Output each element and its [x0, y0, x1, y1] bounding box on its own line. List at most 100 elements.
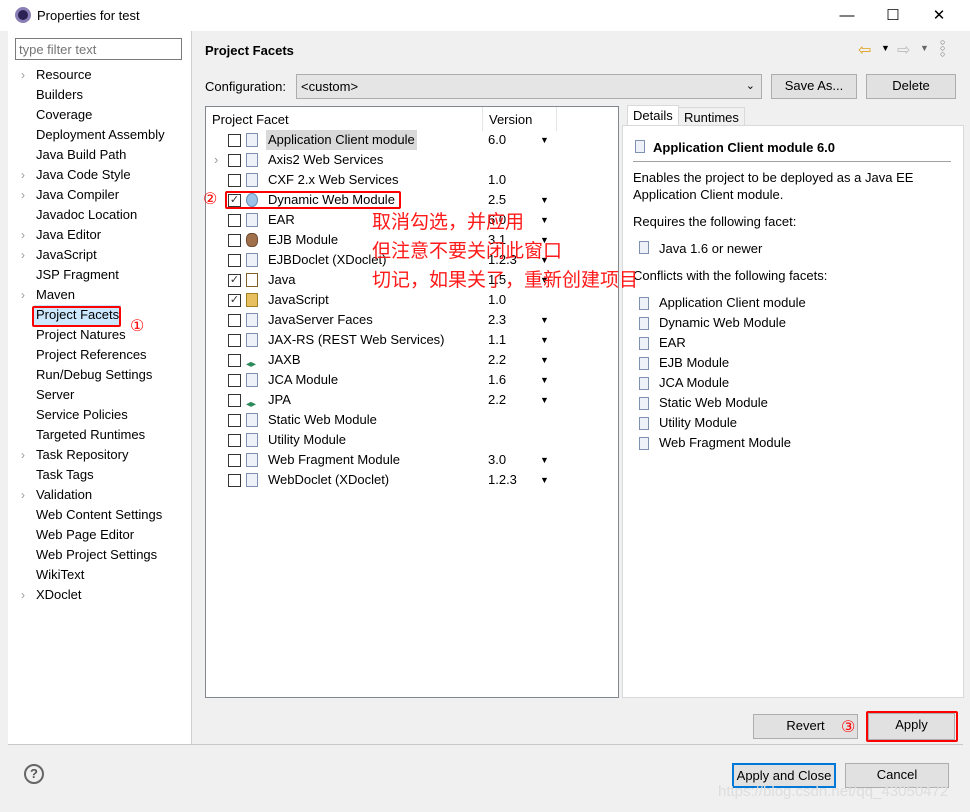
sidebar-item[interactable]: Web Project Settings [36, 545, 157, 565]
version-dropdown-icon[interactable]: ▼ [540, 310, 549, 330]
tab-details[interactable]: Details [627, 105, 679, 126]
sidebar-item[interactable]: Web Content Settings [36, 505, 162, 525]
version-dropdown-icon[interactable]: ▼ [540, 350, 549, 370]
back-icon[interactable]: ⇦ [858, 40, 871, 60]
minimize-button[interactable]: — [824, 0, 870, 31]
facet-version[interactable]: 6.0 [488, 130, 506, 150]
sidebar-item[interactable]: › Maven [21, 285, 75, 305]
delete-button[interactable]: Delete [866, 74, 956, 99]
expand-icon[interactable]: › [21, 585, 25, 605]
sidebar-item[interactable]: Java Build Path [36, 145, 126, 165]
view-menu-icon[interactable]: ○ ○ ○ [940, 38, 945, 59]
sidebar-item[interactable]: Project Natures [36, 325, 126, 345]
facet-version[interactable]: 1.6 [488, 370, 506, 390]
sidebar-item[interactable]: Builders [36, 85, 83, 105]
facet-checkbox[interactable] [228, 334, 241, 347]
facet-version[interactable]: 2.3 [488, 310, 506, 330]
facet-name[interactable]: Web Fragment Module [266, 450, 402, 470]
facet-name[interactable]: JAXB [266, 350, 303, 370]
configuration-select[interactable]: <custom> ⌄ [296, 74, 762, 99]
facet-version[interactable]: 3.0 [488, 450, 506, 470]
version-dropdown-icon[interactable]: ▼ [540, 450, 549, 470]
sidebar-item[interactable]: › JavaScript [21, 245, 97, 265]
sidebar-item[interactable]: › Resource [21, 65, 92, 85]
version-dropdown-icon[interactable]: ▼ [540, 370, 549, 390]
sidebar-item[interactable]: Web Page Editor [36, 525, 134, 545]
facet-checkbox[interactable] [228, 394, 241, 407]
sidebar-item[interactable]: Targeted Runtimes [36, 425, 145, 445]
facet-version[interactable]: 1.0 [488, 170, 506, 190]
sidebar-item[interactable]: › Java Code Style [21, 165, 131, 185]
facet-checkbox[interactable] [228, 414, 241, 427]
facet-checkbox[interactable] [228, 474, 241, 487]
expand-icon[interactable]: › [21, 225, 25, 245]
facet-name[interactable]: JAX-RS (REST Web Services) [266, 330, 447, 350]
facet-version[interactable]: 2.2 [488, 390, 506, 410]
facet-checkbox[interactable] [228, 434, 241, 447]
facet-name[interactable]: JavaScript [266, 290, 331, 310]
filter-input[interactable] [15, 38, 182, 60]
facet-checkbox[interactable] [228, 254, 241, 267]
facet-name[interactable]: EAR [266, 210, 297, 230]
version-dropdown-icon[interactable]: ▼ [540, 130, 549, 150]
facet-name[interactable]: EJB Module [266, 230, 340, 250]
sidebar-item[interactable]: Coverage [36, 105, 92, 125]
back-menu-icon[interactable]: ▼ [881, 43, 890, 53]
sidebar-item[interactable]: › Java Editor [21, 225, 101, 245]
facet-version[interactable]: 1.2.3 [488, 470, 517, 490]
facet-checkbox[interactable] [228, 234, 241, 247]
expand-icon[interactable]: › [21, 185, 25, 205]
sidebar-item[interactable]: › Validation [21, 485, 92, 505]
version-dropdown-icon[interactable]: ▼ [540, 330, 549, 350]
facet-name[interactable]: Application Client module [266, 130, 417, 150]
expand-icon[interactable]: › [214, 150, 218, 170]
forward-menu-icon[interactable]: ▼ [920, 43, 929, 53]
version-dropdown-icon[interactable]: ▼ [540, 190, 549, 210]
sidebar-item[interactable]: Task Tags [36, 465, 94, 485]
facet-name[interactable]: Utility Module [266, 430, 348, 450]
sidebar-item[interactable]: › Task Repository [21, 445, 128, 465]
sidebar-item[interactable]: Server [36, 385, 74, 405]
facet-name[interactable]: Static Web Module [266, 410, 379, 430]
expand-icon[interactable]: › [21, 285, 25, 305]
facet-checkbox[interactable] [228, 354, 241, 367]
facet-name[interactable]: JCA Module [266, 370, 340, 390]
facet-checkbox[interactable] [228, 314, 241, 327]
expand-icon[interactable]: › [21, 165, 25, 185]
column-header-facet[interactable]: Project Facet [212, 110, 289, 130]
facet-checkbox[interactable] [228, 214, 241, 227]
sidebar-item[interactable]: Deployment Assembly [36, 125, 165, 145]
facet-name[interactable]: WebDoclet (XDoclet) [266, 470, 391, 490]
facet-checkbox[interactable] [228, 174, 241, 187]
facet-name[interactable]: CXF 2.x Web Services [266, 170, 401, 190]
version-dropdown-icon[interactable]: ▼ [540, 390, 549, 410]
sidebar-item[interactable]: Run/Debug Settings [36, 365, 152, 385]
save-as-button[interactable]: Save As... [771, 74, 857, 99]
facet-checkbox[interactable] [228, 134, 241, 147]
facet-name[interactable]: JavaServer Faces [266, 310, 375, 330]
facet-version[interactable]: 1.1 [488, 330, 506, 350]
facet-name[interactable]: JPA [266, 390, 293, 410]
version-dropdown-icon[interactable]: ▼ [540, 470, 549, 490]
expand-icon[interactable]: › [21, 65, 25, 85]
expand-icon[interactable]: › [21, 485, 25, 505]
facet-name[interactable]: Axis2 Web Services [266, 150, 385, 170]
expand-icon[interactable]: › [21, 245, 25, 265]
facet-checkbox[interactable]: ✓ [228, 294, 241, 307]
sidebar-item[interactable]: Service Policies [36, 405, 128, 425]
facet-version[interactable]: 2.5 [488, 190, 506, 210]
sidebar-item[interactable]: JSP Fragment [36, 265, 119, 285]
close-button[interactable]: ✕ [916, 0, 962, 31]
maximize-button[interactable]: ☐ [870, 0, 916, 31]
facet-checkbox[interactable] [228, 374, 241, 387]
facet-checkbox[interactable] [228, 154, 241, 167]
facet-name[interactable]: EJBDoclet (XDoclet) [266, 250, 388, 270]
sidebar-item[interactable]: › XDoclet [21, 585, 82, 605]
column-header-version[interactable]: Version [489, 110, 532, 130]
facet-name[interactable]: Java [266, 270, 297, 290]
facet-version[interactable]: 2.2 [488, 350, 506, 370]
expand-icon[interactable]: › [21, 445, 25, 465]
sidebar-item[interactable]: Javadoc Location [36, 205, 137, 225]
forward-icon[interactable]: ⇨ [897, 40, 910, 60]
sidebar-item[interactable]: WikiText [36, 565, 84, 585]
